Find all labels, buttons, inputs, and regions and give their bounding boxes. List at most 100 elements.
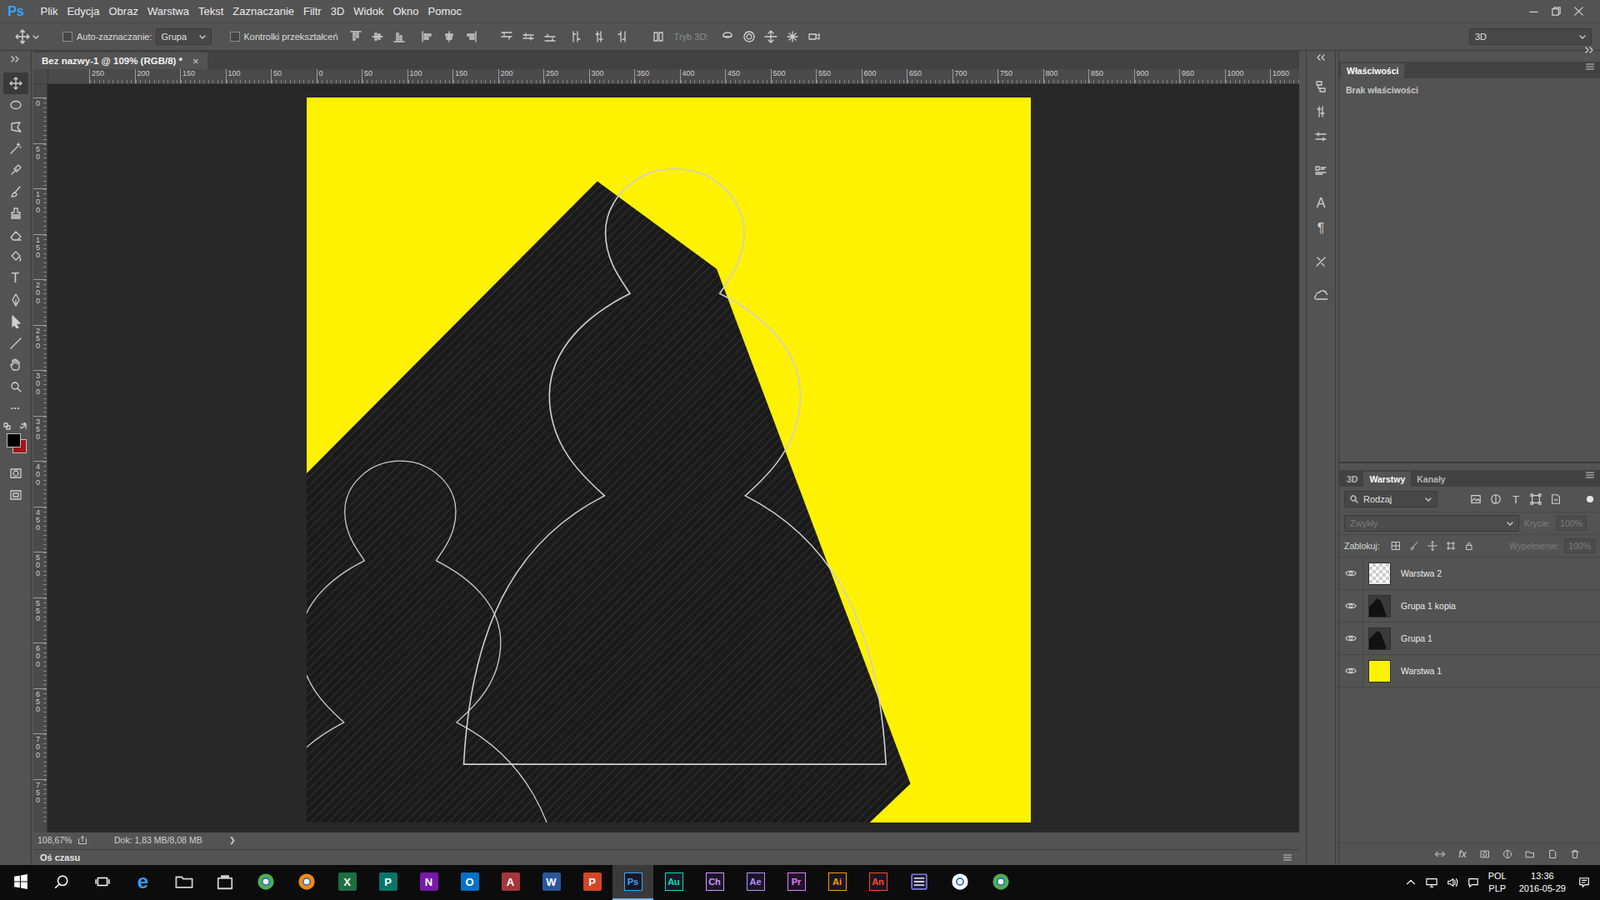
taskbar-app[interactable]: W	[530, 865, 572, 900]
align-button[interactable]	[366, 30, 389, 44]
mode-3d-button[interactable]	[781, 30, 804, 44]
document-tab[interactable]: Bez nazwy-1 @ 109% (RGB/8) *×	[33, 52, 208, 70]
blend-mode-dropdown[interactable]: Zwykły	[1344, 515, 1520, 532]
menu-item[interactable]: Plik	[35, 5, 63, 18]
filter-toggle[interactable]	[1586, 495, 1594, 503]
lock-button[interactable]	[1386, 537, 1405, 555]
opacity-value[interactable]: 100%	[1555, 515, 1587, 531]
align-button[interactable]	[647, 30, 670, 44]
network-icon[interactable]	[1425, 876, 1438, 889]
tool-button[interactable]	[3, 202, 29, 225]
taskbar-app[interactable]: Au	[653, 865, 695, 900]
tab-close-button[interactable]: ×	[192, 55, 200, 68]
panel-tab[interactable]: Warstwy	[1363, 471, 1411, 487]
taskbar-app[interactable]: Pr	[775, 865, 817, 900]
taskbar-app[interactable]: P	[367, 865, 409, 900]
layer-row[interactable]: Warstwa 2	[1339, 557, 1600, 590]
taskbar-app[interactable]: O	[449, 865, 490, 900]
visibility-toggle[interactable]	[1339, 557, 1364, 590]
mode-3d-button[interactable]	[803, 30, 825, 44]
messages-icon[interactable]	[1467, 876, 1480, 889]
taskbar-app[interactable]: Ch	[694, 865, 735, 900]
lock-button[interactable]	[1423, 537, 1442, 555]
panel-icon-button[interactable]	[1308, 249, 1334, 275]
lock-button[interactable]	[1405, 537, 1424, 555]
taskbar-app[interactable]: P	[571, 865, 613, 900]
default-colors-icon[interactable]	[3, 422, 12, 431]
layer-action-button[interactable]	[1475, 845, 1495, 863]
volume-icon[interactable]	[1446, 876, 1459, 889]
taskbar-app[interactable]: Ps	[612, 865, 654, 900]
tool-button[interactable]	[3, 72, 29, 95]
tool-button[interactable]	[3, 245, 29, 268]
task-view-button[interactable]	[81, 865, 123, 900]
visibility-toggle[interactable]	[1339, 655, 1364, 687]
panel-menu-icon[interactable]	[1585, 470, 1595, 480]
restore-icon[interactable]	[1550, 5, 1563, 18]
taskbar-app[interactable]: N	[408, 865, 450, 900]
menu-item[interactable]: 3D	[325, 5, 350, 18]
auto-select-checkbox[interactable]: Auto-zaznaczanie:	[62, 31, 153, 42]
visibility-toggle[interactable]	[1339, 622, 1364, 655]
panel-icon-button[interactable]	[1308, 99, 1334, 125]
tool-button[interactable]	[3, 159, 29, 181]
taskbar-app[interactable]	[980, 865, 1021, 900]
tool-preset-picker[interactable]	[15, 29, 49, 45]
align-button[interactable]	[388, 30, 410, 44]
panel-tab[interactable]: 3D	[1340, 471, 1364, 487]
collapse-icon[interactable]	[1314, 54, 1328, 61]
taskbar-app[interactable]	[163, 865, 205, 900]
tool-button[interactable]: T	[3, 267, 29, 290]
tool-button[interactable]	[3, 375, 29, 398]
align-button[interactable]	[588, 30, 610, 44]
tool-button[interactable]	[3, 94, 29, 116]
panel-icon-button[interactable]	[1308, 124, 1334, 150]
panel-icon-button[interactable]	[1308, 282, 1334, 308]
tool-button[interactable]	[3, 224, 29, 246]
layer-filter-button[interactable]	[1545, 490, 1566, 508]
input-language[interactable]: POLPLP	[1488, 870, 1507, 895]
layer-filter-dropdown[interactable]: Rodzaj	[1344, 490, 1438, 508]
tool-button[interactable]	[3, 332, 29, 355]
fill-value[interactable]: 100%	[1564, 538, 1595, 554]
collapse-icon[interactable]	[9, 55, 23, 63]
close-icon[interactable]	[1572, 5, 1585, 18]
transform-controls-checkbox[interactable]: Kontrolki przekształceń	[230, 31, 339, 42]
visibility-toggle[interactable]	[1339, 590, 1364, 622]
align-button[interactable]	[495, 30, 518, 44]
align-button[interactable]	[610, 30, 632, 44]
checkbox-box[interactable]	[62, 31, 73, 42]
layer-action-button[interactable]	[1430, 845, 1450, 863]
timeline-title[interactable]: Oś czasu	[40, 852, 80, 863]
zoom-level[interactable]: 108,67%	[37, 835, 78, 845]
menu-item[interactable]: Pomoc	[423, 5, 466, 18]
tool-button[interactable]	[3, 180, 29, 203]
tool-button[interactable]	[3, 354, 29, 376]
swap-colors-icon[interactable]	[20, 422, 29, 431]
minimize-icon[interactable]	[1527, 5, 1540, 18]
layer-action-button[interactable]: fx	[1452, 845, 1473, 863]
taskbar-app[interactable]: X	[326, 865, 368, 900]
taskbar-app[interactable]	[285, 865, 327, 900]
taskbar-app[interactable]: e	[122, 865, 164, 900]
align-button[interactable]	[460, 30, 482, 44]
panel-icon-button[interactable]: ¶	[1308, 215, 1334, 241]
align-button[interactable]	[566, 30, 589, 44]
menu-item[interactable]: Edycja	[62, 5, 105, 18]
lock-button[interactable]	[1460, 537, 1479, 555]
panel-menu-icon[interactable]	[1585, 61, 1595, 72]
document-canvas[interactable]	[306, 97, 1031, 823]
layer-action-button[interactable]	[1565, 845, 1585, 863]
checkbox-box[interactable]	[230, 31, 240, 42]
layer-row[interactable]: Grupa 1 kopia	[1339, 590, 1600, 623]
layer-filter-button[interactable]	[1485, 490, 1506, 508]
panel-menu-icon[interactable]	[1282, 852, 1293, 863]
taskbar-app[interactable]: A	[490, 865, 531, 900]
layer-filter-button[interactable]	[1525, 490, 1546, 508]
layer-action-button[interactable]	[1520, 845, 1540, 863]
show-hidden-icons-icon[interactable]	[1405, 876, 1417, 889]
taskbar-app[interactable]: Ae	[735, 865, 776, 900]
mode-3d-button[interactable]	[738, 30, 760, 44]
tool-button[interactable]: •••	[3, 397, 29, 420]
workspace-dropdown[interactable]: 3D	[1469, 28, 1592, 45]
